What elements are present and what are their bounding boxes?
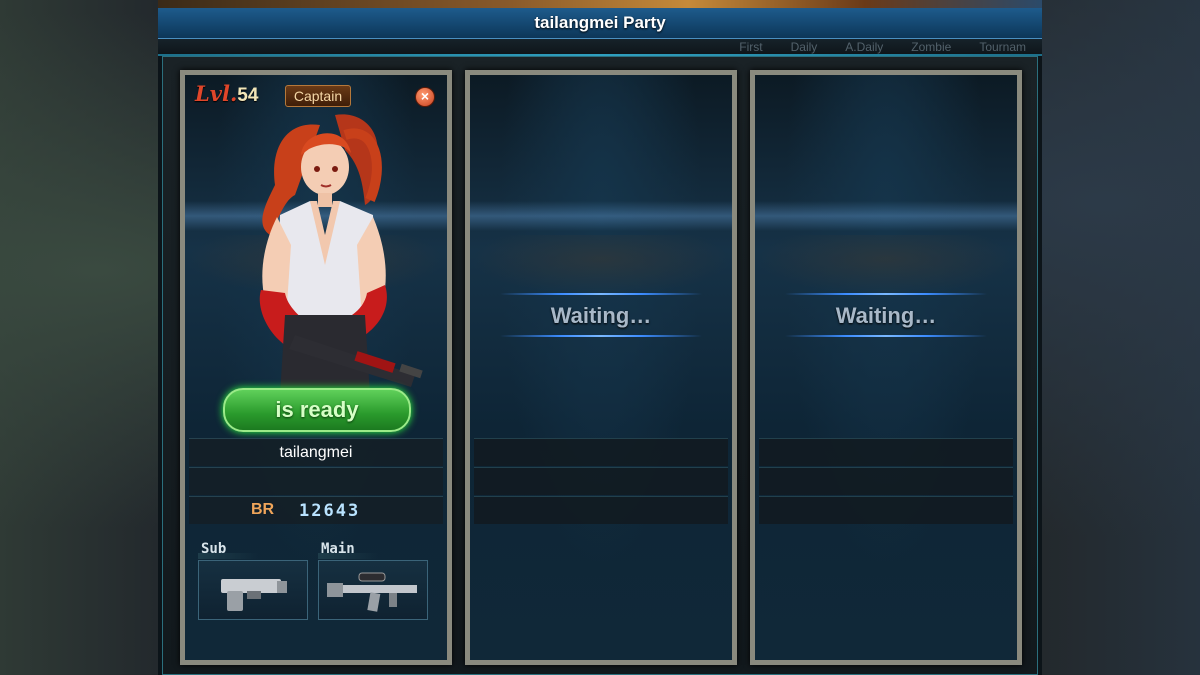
close-button[interactable]: × bbox=[415, 87, 435, 107]
empty-row bbox=[474, 438, 728, 466]
main-weapon-label: Main bbox=[321, 541, 355, 557]
top-banner-strip bbox=[158, 0, 1042, 8]
empty-row bbox=[759, 467, 1013, 495]
empty-row bbox=[474, 496, 728, 524]
waiting-text: Waiting… bbox=[550, 303, 652, 328]
waiting-text: Waiting… bbox=[835, 303, 937, 328]
pistol-icon bbox=[221, 579, 287, 611]
br-value: 12643 bbox=[299, 501, 361, 521]
filter-tabs: First Daily A.Daily Zombie Tournam bbox=[158, 39, 1042, 55]
empty-row bbox=[759, 496, 1013, 524]
title-bar: tailangmei Party bbox=[158, 8, 1042, 39]
sub-weapon-label: Sub bbox=[201, 541, 227, 557]
filter-tab-zombie[interactable]: Zombie bbox=[911, 40, 951, 54]
assault-rifle-icon bbox=[327, 572, 417, 612]
character-portrait bbox=[259, 114, 423, 395]
window-title: tailangmei Party bbox=[534, 13, 666, 32]
filter-tab-a-daily[interactable]: A.Daily bbox=[845, 40, 883, 54]
info-row-blank bbox=[189, 467, 443, 495]
ready-status: is ready bbox=[223, 388, 411, 432]
party-slot-captain: Lvl.54 Captain × is ready tailangmei BR bbox=[180, 70, 452, 665]
filter-tab-tournament[interactable]: Tournam bbox=[979, 40, 1026, 54]
captain-badge: Captain bbox=[285, 85, 351, 107]
player-name: tailangmei bbox=[189, 438, 443, 466]
level-prefix: Lvl. bbox=[195, 81, 238, 106]
empty-row bbox=[759, 438, 1013, 466]
waiting-indicator: Waiting… bbox=[470, 293, 732, 343]
waiting-indicator: Waiting… bbox=[755, 293, 1017, 343]
level-value: 54 bbox=[237, 85, 259, 106]
br-label: BR bbox=[251, 501, 275, 518]
filter-tab-daily[interactable]: Daily bbox=[791, 40, 818, 54]
main-weapon-slot[interactable] bbox=[318, 560, 428, 620]
party-slot-empty-1[interactable]: Waiting… bbox=[465, 70, 737, 665]
filter-tab-first[interactable]: First bbox=[739, 40, 762, 54]
empty-row bbox=[474, 467, 728, 495]
battle-rating-row: BR 12643 bbox=[189, 496, 443, 524]
party-slot-empty-2[interactable]: Waiting… bbox=[750, 70, 1022, 665]
level-indicator: Lvl.54 bbox=[195, 81, 258, 107]
sub-weapon-slot[interactable] bbox=[198, 560, 308, 620]
